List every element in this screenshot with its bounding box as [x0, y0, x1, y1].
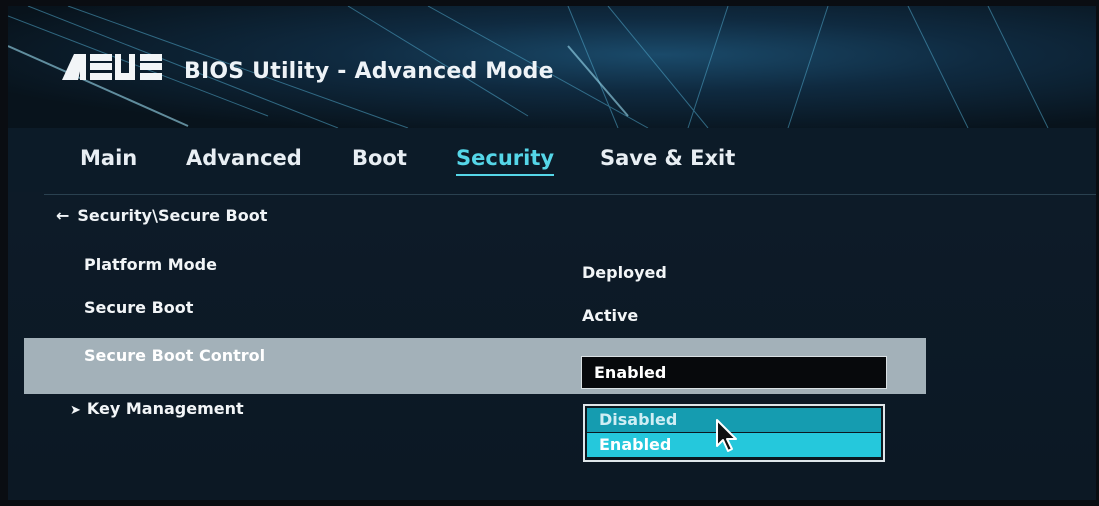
tab-advanced[interactable]: Advanced — [186, 146, 302, 170]
page-title: BIOS Utility - Advanced Mode — [184, 59, 554, 84]
secure-boot-value: Active — [582, 306, 639, 325]
tab-boot[interactable]: Boot — [352, 146, 407, 170]
mouse-cursor-icon — [716, 419, 737, 452]
secure-boot-label: Secure Boot — [84, 298, 194, 317]
secure-boot-control-select[interactable]: Enabled — [581, 356, 887, 389]
breadcrumb-text: Security\Secure Boot — [77, 206, 268, 225]
key-management-label: Key Management — [86, 399, 244, 418]
platform-mode-label: Platform Mode — [84, 255, 217, 274]
tab-security[interactable]: Security — [456, 146, 555, 176]
secure-boot-control-label: Secure Boot Control — [84, 346, 266, 365]
select-value: Enabled — [594, 363, 667, 382]
divider — [44, 194, 1096, 195]
platform-mode-value: Deployed — [582, 263, 667, 282]
asus-logo — [62, 54, 162, 80]
header-banner: BIOS Utility - Advanced Mode — [8, 6, 1096, 128]
back-arrow-icon[interactable]: ← — [56, 206, 69, 225]
tab-save-exit[interactable]: Save & Exit — [600, 146, 735, 170]
key-management-item[interactable]: ➤ Key Management — [70, 399, 244, 418]
breadcrumb[interactable]: ← Security\Secure Boot — [56, 206, 267, 225]
bios-screen: BIOS Utility - Advanced Mode Main Advanc… — [8, 6, 1096, 500]
tab-bar: Main Advanced Boot Security Save & Exit — [8, 128, 1096, 192]
tab-main[interactable]: Main — [80, 146, 137, 170]
chevron-right-icon: ➤ — [70, 403, 81, 418]
